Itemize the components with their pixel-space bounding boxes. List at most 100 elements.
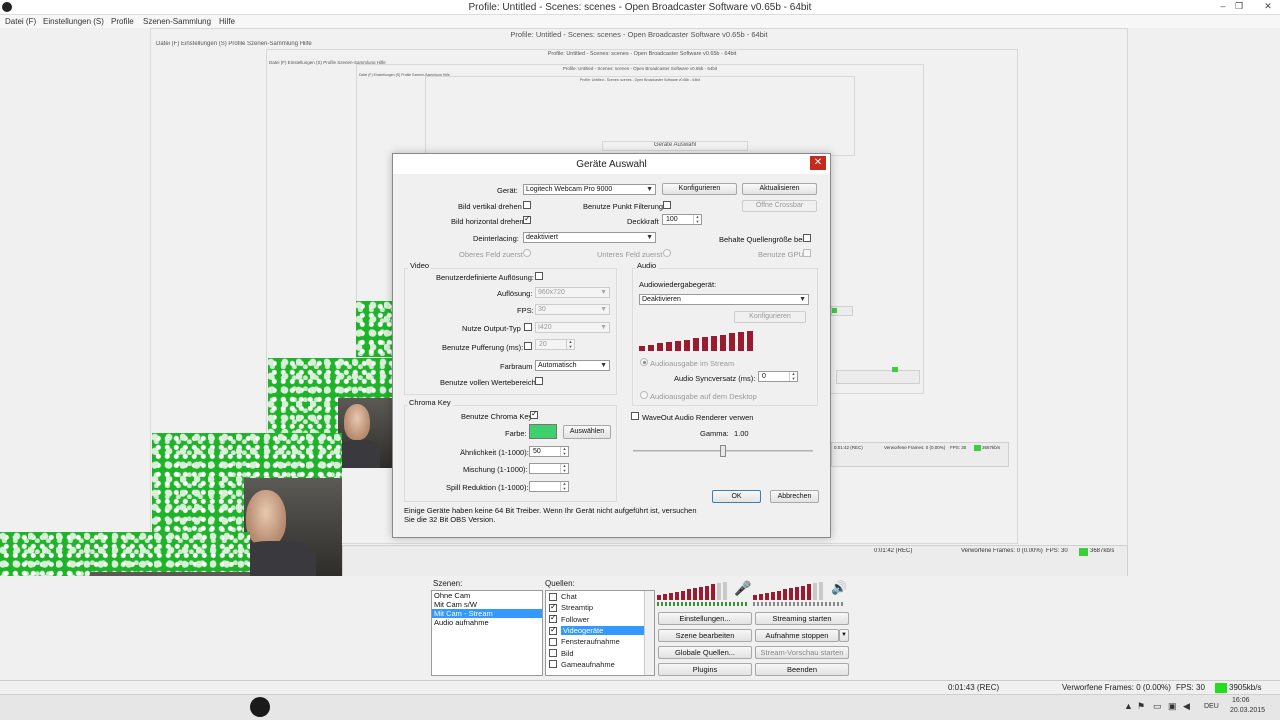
sources-list[interactable]: Chat Streamtip Follower Videogeräte Fens… [545, 590, 655, 676]
source-checkbox[interactable] [549, 625, 557, 635]
clock-date[interactable]: 20.03.2015 [1230, 707, 1265, 714]
scene-item[interactable]: Audio aufnahme [432, 618, 542, 627]
volume-icon[interactable]: ◀ [1183, 701, 1190, 712]
recording-dropdown-button[interactable]: ▼ [839, 629, 849, 642]
minimize-icon[interactable]: – [1215, 1, 1231, 13]
source-item[interactable]: Fensteraufnahme [546, 636, 654, 647]
audio-configure-button[interactable]: Konfigurieren [734, 311, 806, 323]
desktop-volume-meter[interactable] [753, 582, 831, 600]
nested-title: Profile: Untitled - Scenes: scenes - Ope… [579, 78, 701, 82]
ok-button[interactable]: OK [712, 490, 761, 503]
desktop-output-radio[interactable] [640, 391, 648, 399]
resolution-select[interactable]: 960x720 ▼ [535, 287, 610, 298]
source-checkbox[interactable] [549, 613, 557, 624]
settings-button[interactable]: Einstellungen... [658, 612, 752, 625]
monitor-icon[interactable]: ▣ [1168, 701, 1177, 712]
similarity-input[interactable]: 50 ▲ ▼ [529, 446, 569, 457]
source-item[interactable]: Chat [546, 591, 654, 602]
stop-recording-button[interactable]: Aufnahme stoppen [755, 629, 839, 642]
speaker-icon[interactable]: 🔊 [831, 580, 847, 596]
gamma-value: 1.00 [734, 429, 749, 438]
output-type-checkbox[interactable] [524, 323, 532, 331]
menu-file[interactable]: Datei (F) [5, 17, 36, 26]
full-range-checkbox[interactable] [535, 377, 543, 385]
opacity-value: 100 [666, 216, 678, 223]
start-streaming-button[interactable]: Streaming starten [755, 612, 849, 625]
microphone-icon[interactable]: 🎤 [734, 580, 751, 597]
network-icon[interactable]: ▭ [1153, 701, 1162, 712]
plugins-button[interactable]: Plugins [658, 663, 752, 676]
scenes-list[interactable]: Ohne Cam Mit Cam s/W Mit Cam - Stream Au… [431, 590, 543, 676]
menu-scene-collection[interactable]: Szenen-Sammlung [143, 17, 211, 26]
cancel-button[interactable]: Abbrechen [770, 490, 819, 503]
source-checkbox[interactable] [549, 637, 557, 646]
source-checkbox[interactable] [549, 602, 557, 612]
source-checkbox[interactable] [549, 660, 557, 669]
close-icon[interactable]: ✕ [1260, 1, 1276, 13]
fps-select[interactable]: 30 ▼ [535, 304, 610, 315]
spin-arrows-icon[interactable]: ▲ ▼ [560, 481, 568, 491]
opacity-input[interactable]: 100 ▲ ▼ [662, 214, 702, 225]
device-configure-button[interactable]: Konfigurieren [662, 183, 737, 195]
source-checkbox[interactable] [549, 592, 557, 601]
device-select[interactable]: Logitech Webcam Pro 9000 ▼ [523, 184, 656, 195]
blend-input[interactable]: ▲ ▼ [529, 463, 569, 474]
sources-scrollbar[interactable] [644, 591, 654, 675]
flag-icon[interactable]: ⚑ [1137, 701, 1145, 712]
spin-arrows-icon[interactable]: ▲ ▼ [566, 339, 574, 349]
buffering-checkbox[interactable] [524, 342, 532, 350]
colorspace-select[interactable]: Automatisch ▼ [535, 360, 610, 371]
top-field-radio[interactable] [523, 249, 531, 257]
audio-sync-input[interactable]: 0 ▲ ▼ [758, 371, 798, 382]
crossbar-button[interactable]: Öffne Crossbar [742, 200, 817, 212]
use-gpu-checkbox[interactable] [803, 249, 811, 257]
scene-item-selected[interactable]: Mit Cam - Stream [432, 609, 542, 618]
language-indicator[interactable]: DEU [1204, 703, 1219, 710]
spin-arrows-icon[interactable]: ▲ ▼ [789, 371, 797, 381]
stream-output-radio[interactable] [640, 358, 648, 366]
tray-arrow-icon[interactable]: ▲ [1124, 701, 1133, 711]
refresh-button[interactable]: Aktualisieren [742, 183, 817, 195]
scene-item[interactable]: Mit Cam s/W [432, 600, 542, 609]
source-item[interactable]: Follower [546, 613, 654, 625]
obs-logo-icon[interactable] [250, 697, 270, 717]
meter-segment [693, 588, 697, 600]
point-filter-checkbox[interactable] [663, 201, 671, 209]
close-icon[interactable]: ✕ [810, 156, 826, 170]
global-sources-button[interactable]: Globale Quellen... [658, 646, 752, 659]
menu-help[interactable]: Hilfe [219, 17, 235, 26]
waveout-checkbox[interactable] [631, 412, 639, 420]
flip-horizontal-checkbox[interactable] [523, 214, 531, 224]
menu-settings[interactable]: Einstellungen (S) [43, 17, 104, 26]
spin-arrows-icon[interactable]: ▲ ▼ [560, 446, 568, 456]
spin-arrows-icon[interactable]: ▲ ▼ [560, 463, 568, 473]
gamma-slider-thumb[interactable] [720, 445, 726, 457]
chroma-color-swatch[interactable] [529, 424, 557, 439]
spill-reduction-input[interactable]: ▲ ▼ [529, 481, 569, 492]
flip-vertical-checkbox[interactable] [523, 201, 531, 209]
edit-scene-button[interactable]: Szene bearbeiten [658, 629, 752, 642]
use-chroma-checkbox[interactable] [530, 409, 538, 419]
keep-source-size-checkbox[interactable] [803, 234, 811, 242]
output-type-select[interactable]: I420 ▼ [535, 322, 610, 333]
deinterlace-select[interactable]: deaktiviert ▼ [523, 232, 656, 243]
custom-resolution-checkbox[interactable] [535, 272, 543, 280]
mic-volume-meter[interactable] [657, 582, 735, 600]
menu-profile[interactable]: Profile [111, 17, 134, 26]
scene-item[interactable]: Ohne Cam [432, 591, 542, 600]
audio-playback-select[interactable]: Deaktivieren ▼ [639, 294, 809, 305]
status-bar: 0:01:43 (REC) Verworfene Frames: 0 (0.00… [0, 680, 1280, 694]
source-checkbox[interactable] [549, 649, 557, 658]
source-item-selected[interactable]: Videogeräte [546, 625, 654, 636]
buffering-input[interactable]: 20 ▲ ▼ [535, 339, 575, 350]
stream-preview-button[interactable]: Stream-Vorschau starten [755, 646, 849, 659]
bottom-field-radio[interactable] [663, 249, 671, 257]
clock-time[interactable]: 16:06 [1232, 697, 1250, 704]
source-item[interactable]: Bild [546, 647, 654, 658]
chroma-select-button[interactable]: Auswählen [563, 425, 611, 439]
maximize-icon[interactable]: ❐ [1231, 1, 1247, 13]
source-item[interactable]: Gameaufnahme [546, 659, 654, 670]
spin-arrows-icon[interactable]: ▲ ▼ [693, 214, 701, 224]
exit-button[interactable]: Beenden [755, 663, 849, 676]
source-item[interactable]: Streamtip [546, 602, 654, 613]
